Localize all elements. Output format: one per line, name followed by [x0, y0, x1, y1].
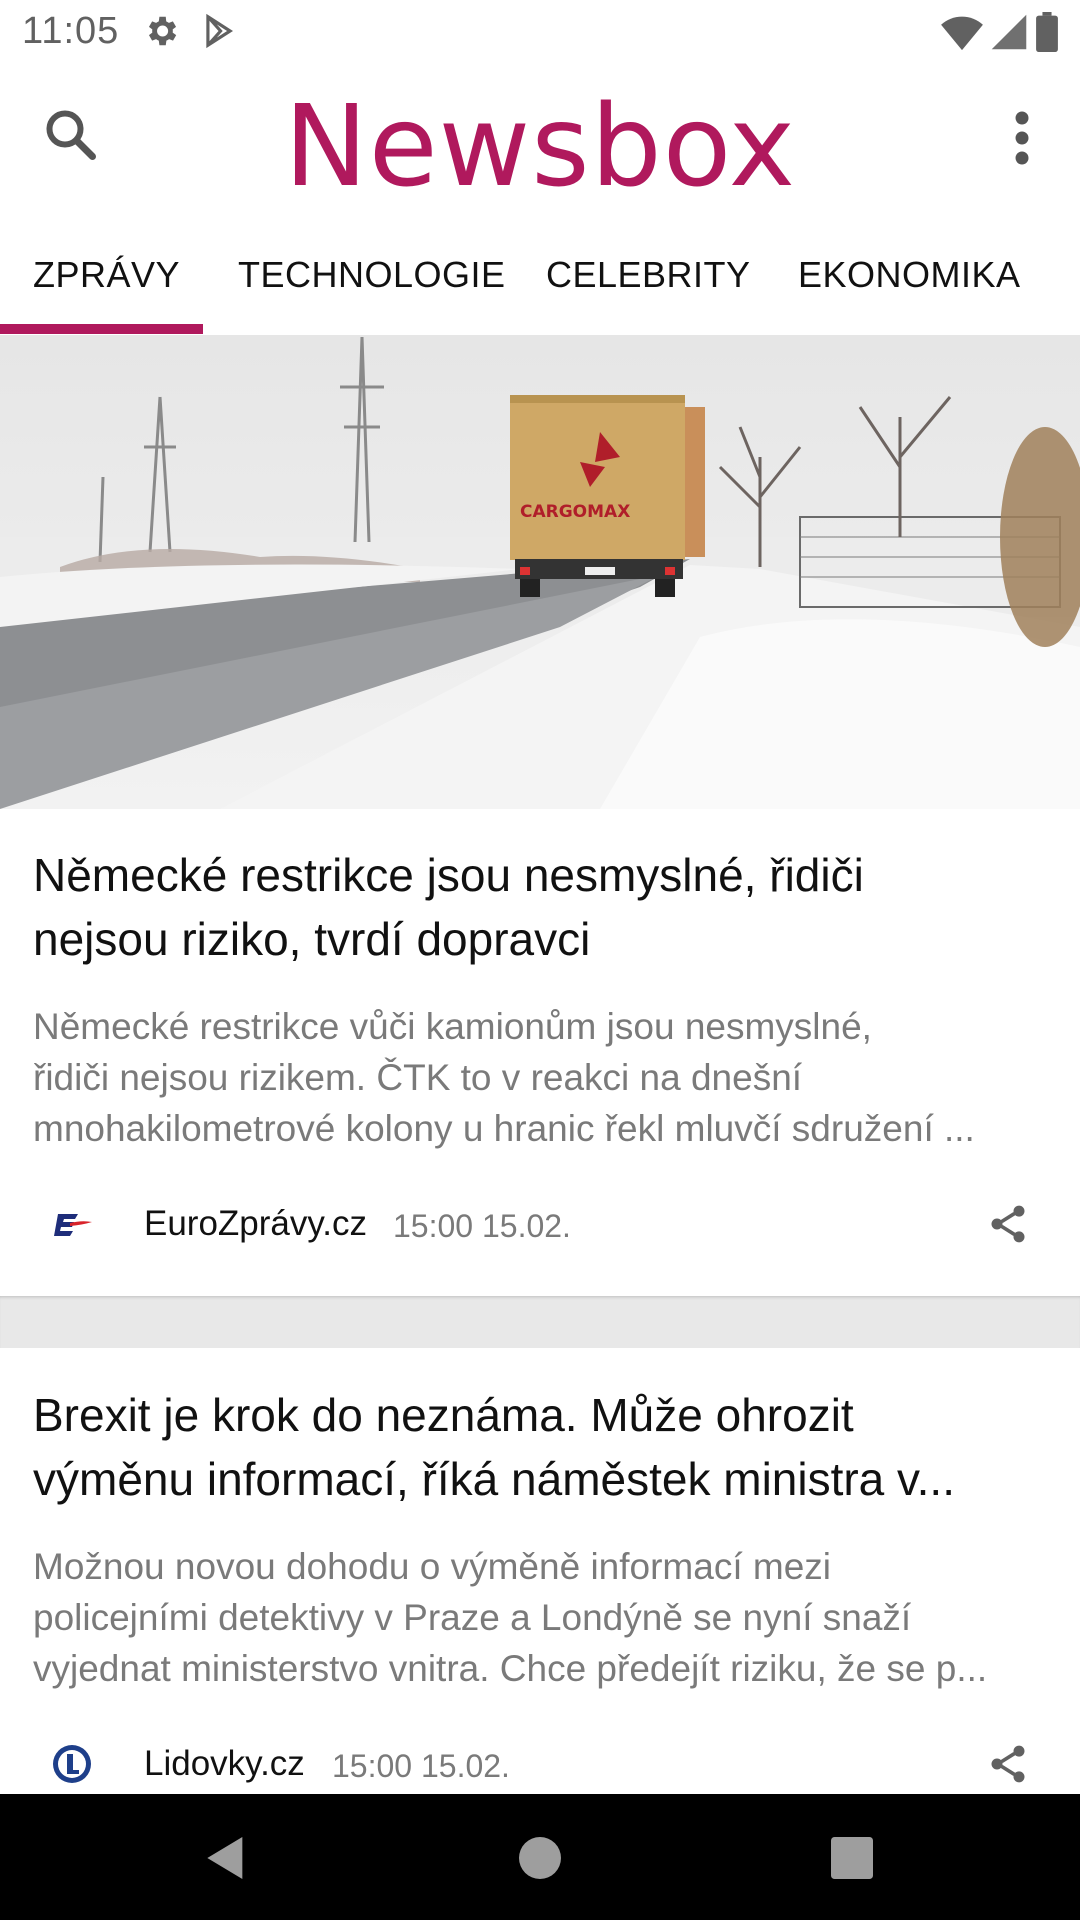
article-source-name[interactable]: EuroZprávy.cz	[144, 1204, 367, 1244]
card-separator	[0, 1296, 1080, 1348]
home-icon[interactable]	[512, 1830, 568, 1886]
summary-line-3: mnohakilometrové kolony u hranic řekl ml…	[33, 1108, 975, 1149]
headline-line-2: nejsou riziko, tvrdí dopravci	[33, 913, 591, 965]
recents-icon[interactable]	[824, 1830, 880, 1886]
article-summary: Německé restrikce vůči kamionům jsou nes…	[33, 1001, 1043, 1154]
tab-ekonomika[interactable]: EKONOMIKA	[798, 254, 1021, 296]
article-summary: Možnou novou dohodu o výměně informací m…	[33, 1541, 1043, 1694]
play-store-icon	[206, 13, 234, 49]
article-headline[interactable]: Německé restrikce jsou nesmyslné, řidiči…	[33, 843, 1043, 971]
category-tabs: ZPRÁVY TECHNOLOGIE CELEBRITY EKONOMIKA	[0, 236, 1080, 336]
truck-label: CARGOMAX	[520, 502, 630, 522]
eurozpravy-logo-icon	[54, 1214, 92, 1236]
article-headline[interactable]: Brexit je krok do neznáma. Může ohrozit …	[33, 1383, 1043, 1511]
status-bar: 11:05	[0, 0, 1080, 64]
settings-gear-icon	[148, 16, 177, 46]
article-image[interactable]: CARGOMAX	[0, 337, 1080, 809]
status-time: 11:05	[22, 10, 120, 52]
more-vert-icon[interactable]	[1000, 108, 1044, 168]
share-icon[interactable]	[986, 1742, 1030, 1786]
headline-line-1: Německé restrikce jsou nesmyslné, řidiči	[33, 849, 864, 901]
article-source-name[interactable]: Lidovky.cz	[144, 1744, 305, 1784]
tab-technologie[interactable]: TECHNOLOGIE	[238, 254, 506, 296]
summary-line-1: Možnou novou dohodu o výměně informací m…	[33, 1546, 831, 1587]
tab-zpravy[interactable]: ZPRÁVY	[33, 254, 180, 296]
share-icon[interactable]	[986, 1202, 1030, 1246]
signal-icon	[991, 14, 1027, 50]
headline-line-2: výměnu informací, říká náměstek ministra…	[33, 1453, 955, 1505]
app-logo: Newsbox	[283, 82, 797, 212]
article-timestamp: 15:00 15.02.	[332, 1748, 510, 1784]
summary-line-2: policejními detektivy v Praze a Londýně …	[33, 1597, 912, 1638]
wifi-icon	[941, 16, 983, 51]
headline-line-1: Brexit je krok do neznáma. Může ohrozit	[33, 1389, 854, 1441]
summary-line-3: vyjednat ministerstvo vnitra. Chce přede…	[33, 1648, 988, 1689]
article-timestamp: 15:00 15.02.	[393, 1208, 571, 1244]
summary-line-2: řidiči nejsou rizikem. ČTK to v reakci n…	[33, 1057, 803, 1098]
article-source-row: EuroZprávy.cz 15:00 15.02.	[0, 1192, 1080, 1256]
system-nav-bar	[0, 1794, 1080, 1920]
tab-selected-indicator	[0, 324, 203, 334]
battery-icon	[1036, 12, 1058, 52]
tab-celebrity[interactable]: CELEBRITY	[546, 254, 751, 296]
article-source-row: Lidovky.cz 15:00 15.02.	[0, 1732, 1080, 1796]
app-bar: Newsbox	[0, 64, 1080, 212]
back-icon[interactable]	[198, 1830, 254, 1886]
lidovky-logo-icon	[53, 1745, 91, 1783]
summary-line-1: Německé restrikce vůči kamionům jsou nes…	[33, 1006, 872, 1047]
